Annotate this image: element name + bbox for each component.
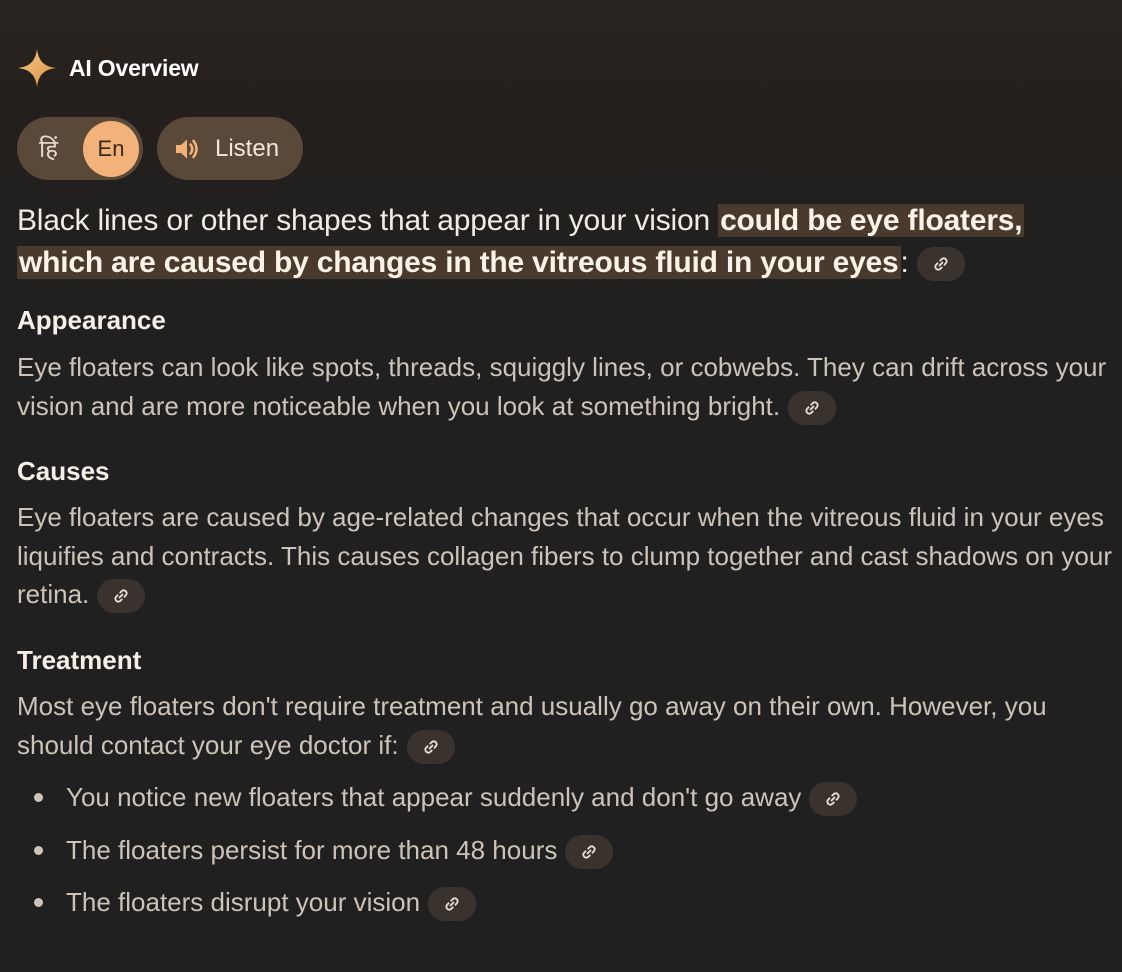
link-icon bbox=[582, 845, 596, 859]
source-link-button[interactable] bbox=[406, 729, 455, 764]
section-title-causes: Causes bbox=[17, 456, 110, 486]
list-item-text: The floaters persist for more than 48 ho… bbox=[66, 834, 558, 865]
listen-button[interactable]: Listen bbox=[157, 117, 304, 180]
appearance-text: Eye floaters can look like spots, thread… bbox=[17, 352, 1107, 421]
summary-text: Black lines or other shapes that appear … bbox=[17, 204, 719, 237]
link-icon bbox=[934, 257, 948, 271]
link-icon bbox=[424, 740, 438, 754]
source-link-button[interactable] bbox=[428, 887, 477, 922]
overview-controls: हिं En Listen bbox=[17, 117, 304, 180]
summary-colon: : bbox=[900, 246, 909, 279]
treatment-list: You notice new floaters that appear sudd… bbox=[17, 774, 1107, 932]
speaker-icon bbox=[176, 139, 198, 158]
language-option-english[interactable]: En bbox=[83, 120, 139, 177]
list-item: The floaters persist for more than 48 ho… bbox=[17, 827, 1107, 880]
source-link-button[interactable] bbox=[565, 834, 614, 869]
section-title-treatment: Treatment bbox=[17, 645, 142, 675]
source-link-button[interactable] bbox=[788, 390, 837, 425]
language-toggle[interactable]: हिं En bbox=[17, 117, 143, 180]
link-icon bbox=[826, 792, 840, 806]
source-link-button[interactable] bbox=[809, 782, 858, 817]
sparkle-icon bbox=[18, 49, 56, 87]
source-link-button[interactable] bbox=[916, 247, 965, 282]
link-icon bbox=[114, 589, 128, 603]
list-item: The floaters disrupt your vision bbox=[17, 879, 1107, 932]
list-item-text: The floaters disrupt your vision bbox=[66, 887, 421, 917]
causes-text: Eye floaters are caused by age-related c… bbox=[17, 502, 1113, 609]
treatment-text: Most eye floaters don't require treatmen… bbox=[17, 691, 1047, 760]
ai-overview-title: AI Overview bbox=[69, 54, 199, 81]
link-icon bbox=[445, 897, 459, 911]
ai-overview-panel: AI Overview हिं En Listen Black lines or… bbox=[0, 0, 1122, 972]
list-item: You notice new floaters that appear sudd… bbox=[17, 774, 1107, 827]
section-body-treatment: Most eye floaters don't require treatmen… bbox=[17, 687, 1112, 764]
ai-overview-header: AI Overview bbox=[17, 48, 199, 88]
section-body-appearance: Eye floaters can look like spots, thread… bbox=[17, 348, 1112, 425]
link-icon bbox=[805, 401, 819, 415]
section-body-causes: Eye floaters are caused by age-related c… bbox=[17, 498, 1112, 614]
language-option-hindi[interactable]: हिं bbox=[39, 132, 83, 165]
source-link-button[interactable] bbox=[97, 579, 146, 614]
overview-summary: Black lines or other shapes that appear … bbox=[17, 200, 1107, 284]
list-item-text: You notice new floaters that appear sudd… bbox=[66, 782, 802, 812]
section-title-appearance: Appearance bbox=[17, 305, 166, 335]
listen-label: Listen bbox=[215, 134, 280, 162]
